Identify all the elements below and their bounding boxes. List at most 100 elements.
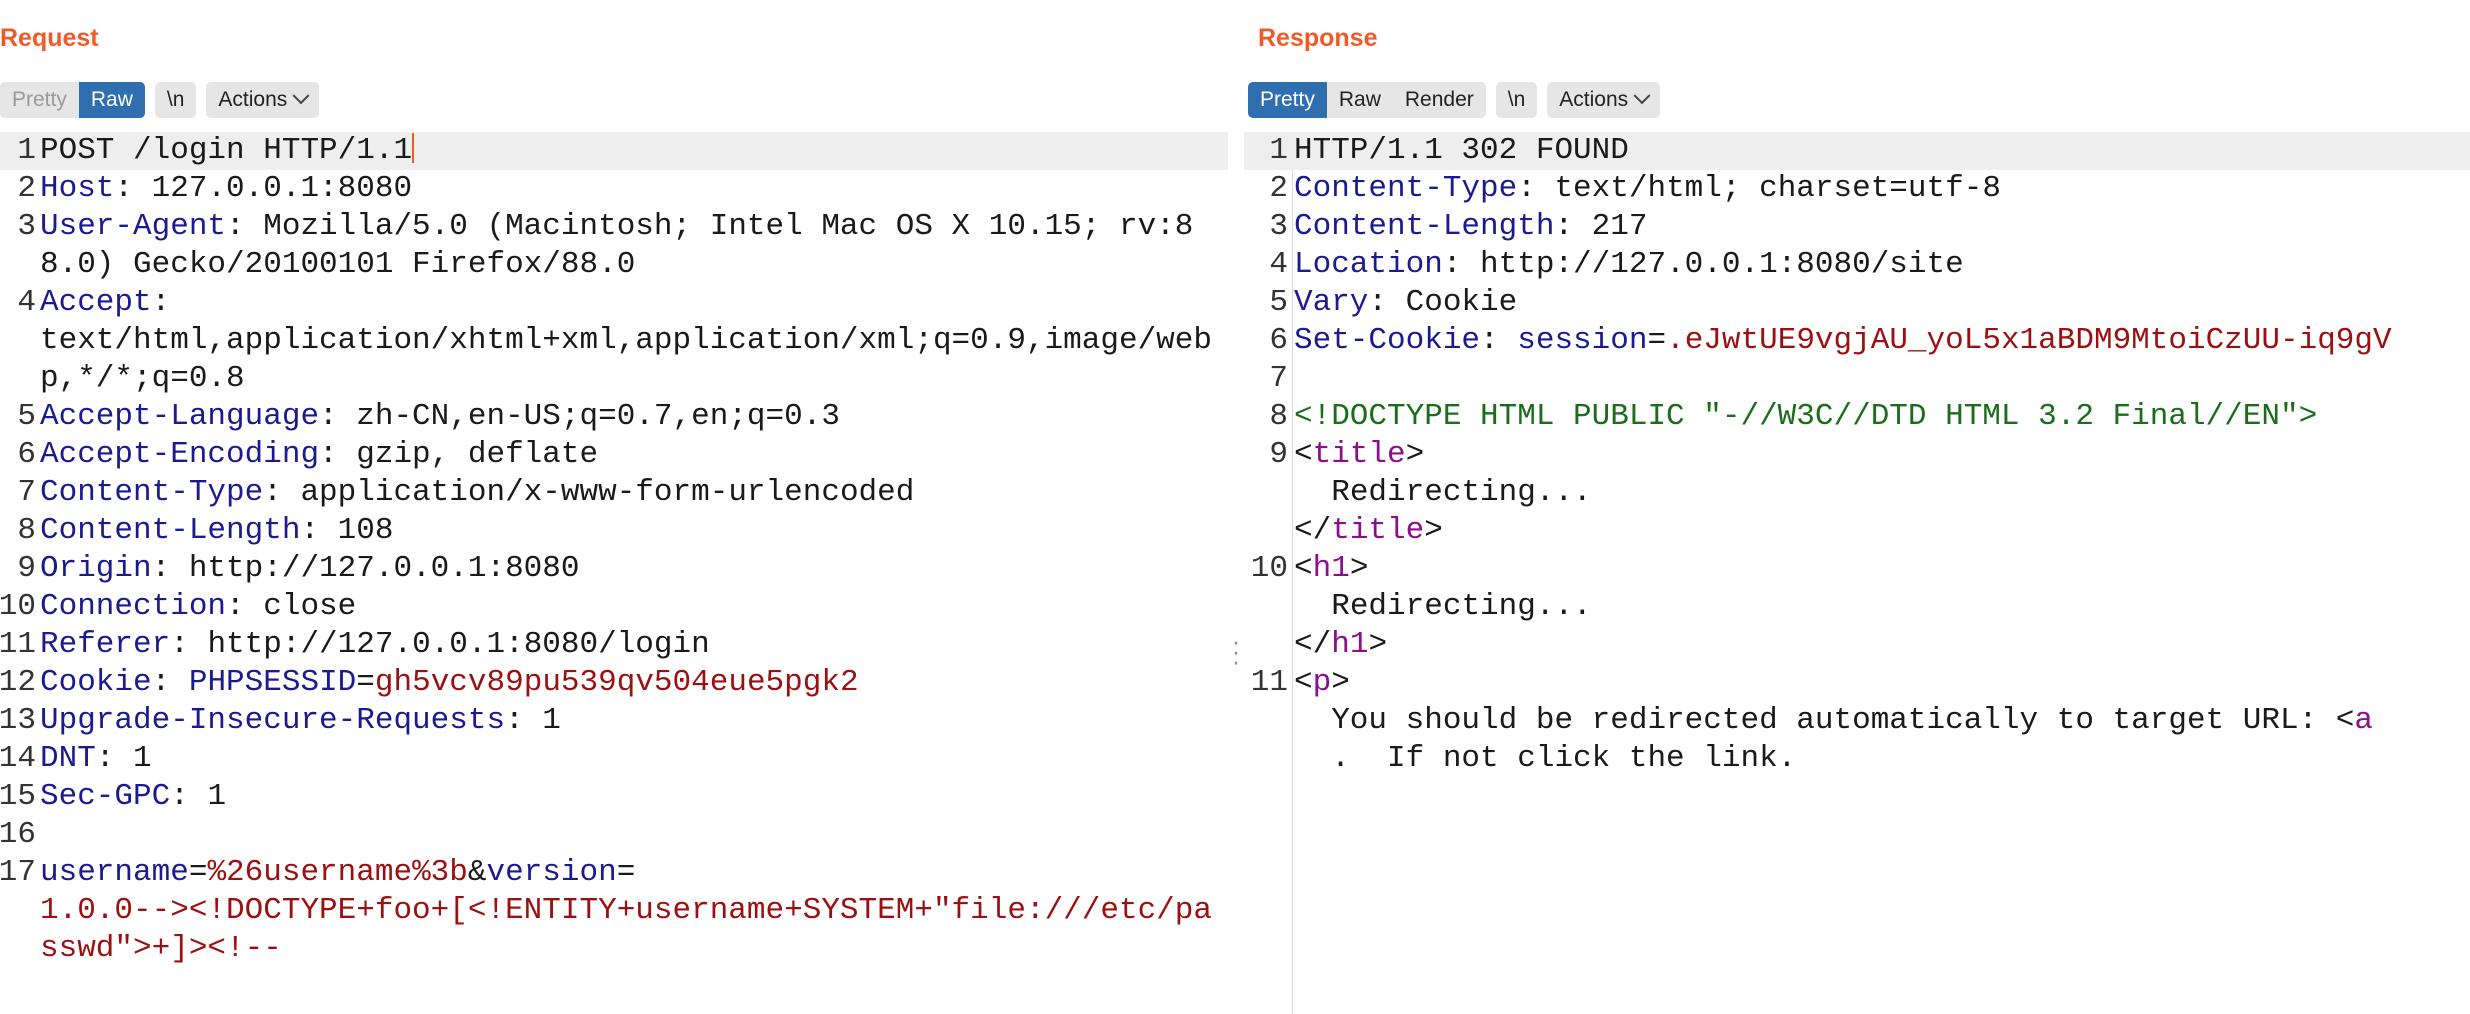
request-line[interactable]: 10 Connection: close <box>0 588 1228 626</box>
token: username <box>40 855 189 890</box>
drag-handle-icon[interactable]: · · · <box>1229 634 1243 676</box>
line-content: Sec-GPC: 1 <box>40 778 1228 816</box>
token: : http://127.0.0.1:8080/site <box>1442 247 1964 282</box>
token: = <box>188 855 208 890</box>
request-line[interactable]: 11 Referer: http://127.0.0.1:8080/login <box>0 626 1228 664</box>
line-content: Vary: Cookie <box>1294 284 2470 322</box>
response-line[interactable]: 11 <p> You should be redirected automatic… <box>1244 664 2470 778</box>
response-line[interactable]: 7 <box>1244 360 2470 398</box>
line-content: Referer: http://127.0.0.1:8080/login <box>40 626 1228 664</box>
response-line[interactable]: 10 <h1> Redirecting... </h1> <box>1244 550 2470 664</box>
line-content: Origin: http://127.0.0.1:8080 <box>40 550 1228 588</box>
token: HTTP/1.1 302 FOUND <box>1294 133 1629 168</box>
token: : 127.0.0.1:8080 <box>114 171 413 206</box>
response-tab-render[interactable]: Render <box>1392 82 1486 118</box>
line-number: 1 <box>1269 133 1288 168</box>
response-tab-raw[interactable]: Raw <box>1326 82 1393 118</box>
response-view-tabs: Pretty Raw Render <box>1248 82 1486 118</box>
token: : 108 <box>300 513 394 548</box>
request-line[interactable]: 16 <box>0 816 1228 854</box>
token: 1.0.0--><!DOCTYPE+foo+[<!ENTITY+username… <box>40 893 1212 966</box>
line-number: 5 <box>1269 285 1288 320</box>
request-line[interactable]: 17 username=%26username%3b&version= 1.0.0… <box>0 854 1228 968</box>
line-number: 13 <box>0 703 36 738</box>
request-line[interactable]: 3 User-Agent: Mozilla/5.0 (Macintosh; Int… <box>0 208 1228 284</box>
line-content: <!DOCTYPE HTML PUBLIC "-//W3C//DTD HTML … <box>1294 398 2470 436</box>
request-tab-pretty[interactable]: Pretty <box>0 82 79 118</box>
request-panel: Request Pretty Raw \n Actions 1 POST /log… <box>0 0 1228 1014</box>
token: = <box>356 665 375 700</box>
line-number: 8 <box>1269 399 1288 434</box>
token: : zh-CN,en-US;q=0.7,en;q=0.3 <box>319 399 840 434</box>
response-line[interactable]: 9 <title> Redirecting... </title> <box>1244 436 2470 550</box>
line-number: 15 <box>0 779 36 814</box>
token: Accept <box>40 285 152 320</box>
chevron-down-icon <box>292 87 310 105</box>
token: Referer <box>40 627 171 662</box>
request-line[interactable]: 8 Content-Length: 108 <box>0 512 1228 550</box>
token: : close <box>226 589 357 624</box>
line-content: Connection: close <box>40 588 1228 626</box>
request-line[interactable]: 4 Accept: text/html,application/xhtml+xml… <box>0 284 1228 398</box>
line-number: 3 <box>1269 209 1288 244</box>
line-content <box>40 816 1228 854</box>
chevron-down-icon <box>1633 87 1651 105</box>
token: a <box>2354 703 2373 738</box>
line-content: Content-Type: application/x-www-form-url… <box>40 474 1228 512</box>
response-newline-toggle[interactable]: \n <box>1495 82 1538 118</box>
response-line[interactable]: 1 HTTP/1.1 302 FOUND <box>1244 132 2470 170</box>
line-content: Set-Cookie: session=.eJwtUE9vgjAU_yoL5x1… <box>1294 322 2470 360</box>
response-editor[interactable]: 1 HTTP/1.1 302 FOUND 2 Content-Type: text/h… <box>1244 132 2470 1014</box>
request-line[interactable]: 6 Accept-Encoding: gzip, deflate <box>0 436 1228 474</box>
request-line[interactable]: 14 DNT: 1 <box>0 740 1228 778</box>
response-line[interactable]: 3 Content-Length: 217 <box>1244 208 2470 246</box>
line-content: <h1> Redirecting... </h1> <box>1294 550 2470 664</box>
pane-divider[interactable] <box>1228 0 1244 1014</box>
token: = <box>1647 323 1667 358</box>
response-line[interactable]: 4 Location: http://127.0.0.1:8080/site <box>1244 246 2470 284</box>
line-number: 9 <box>17 551 36 586</box>
token: Host <box>40 171 115 206</box>
response-toolbar: Pretty Raw Render \n Actions <box>1248 82 1670 118</box>
line-content: <title> Redirecting... </title> <box>1294 436 2470 550</box>
line-number: 9 <box>1269 437 1288 472</box>
request-editor[interactable]: 1 POST /login HTTP/1.1 2 Host: 127.0.0.1:80… <box>0 132 1228 1014</box>
line-content: username=%26username%3b&version= 1.0.0--… <box>40 854 1228 968</box>
line-content: POST /login HTTP/1.1 <box>40 132 1228 170</box>
request-line[interactable]: 13 Upgrade-Insecure-Requests: 1 <box>0 702 1228 740</box>
response-line[interactable]: 2 Content-Type: text/html; charset=utf-8 <box>1244 170 2470 208</box>
token: Content-Length <box>1294 209 1555 244</box>
token: > <box>1424 513 1443 548</box>
token: <!DOCTYPE HTML PUBLIC "-//W3C//DTD HTML … <box>1294 399 2318 434</box>
line-number: 7 <box>1269 361 1288 396</box>
token: : 1 <box>95 741 152 776</box>
line-number: 11 <box>1250 665 1288 700</box>
token: User-Agent <box>40 209 227 244</box>
response-line[interactable]: 8 <!DOCTYPE HTML PUBLIC "-//W3C//DTD HTML… <box>1244 398 2470 436</box>
request-line[interactable]: 1 POST /login HTTP/1.1 <box>0 132 1228 170</box>
token: gh5vcv89pu539qv504eue5pgk2 <box>374 665 859 700</box>
line-number: 10 <box>0 589 36 624</box>
response-panel: Response Pretty Raw Render \n Actions 1H… <box>1244 0 2470 1014</box>
request-line[interactable]: 15 Sec-GPC: 1 <box>0 778 1228 816</box>
request-tab-raw[interactable]: Raw <box>78 82 145 118</box>
request-line[interactable]: 7 Content-Type: application/x-www-form-ur… <box>0 474 1228 512</box>
request-actions-label: Actions <box>218 88 288 111</box>
token: : 1 <box>170 779 227 814</box>
response-actions-button[interactable]: Actions <box>1547 82 1661 118</box>
line-content: Cookie: PHPSESSID=gh5vcv89pu539qv504eue5… <box>40 664 1228 702</box>
response-line[interactable]: 6 Set-Cookie: session=.eJwtUE9vgjAU_yoL5x… <box>1244 322 2470 360</box>
request-actions-button[interactable]: Actions <box>206 82 320 118</box>
request-line[interactable]: 12 Cookie: PHPSESSID=gh5vcv89pu539qv504eu… <box>0 664 1228 702</box>
token: & <box>467 855 487 890</box>
token: < <box>1294 551 1313 586</box>
request-line[interactable]: 2 Host: 127.0.0.1:8080 <box>0 170 1228 208</box>
line-content <box>1294 360 2470 398</box>
request-newline-toggle[interactable]: \n <box>154 82 197 118</box>
request-line[interactable]: 9 Origin: http://127.0.0.1:8080 <box>0 550 1228 588</box>
request-line[interactable]: 5 Accept-Language: zh-CN,en-US;q=0.7,en;q… <box>0 398 1228 436</box>
response-tab-pretty[interactable]: Pretty <box>1248 82 1327 118</box>
response-line[interactable]: 5 Vary: Cookie <box>1244 284 2470 322</box>
token: < <box>1294 437 1313 472</box>
text-caret <box>412 133 415 163</box>
